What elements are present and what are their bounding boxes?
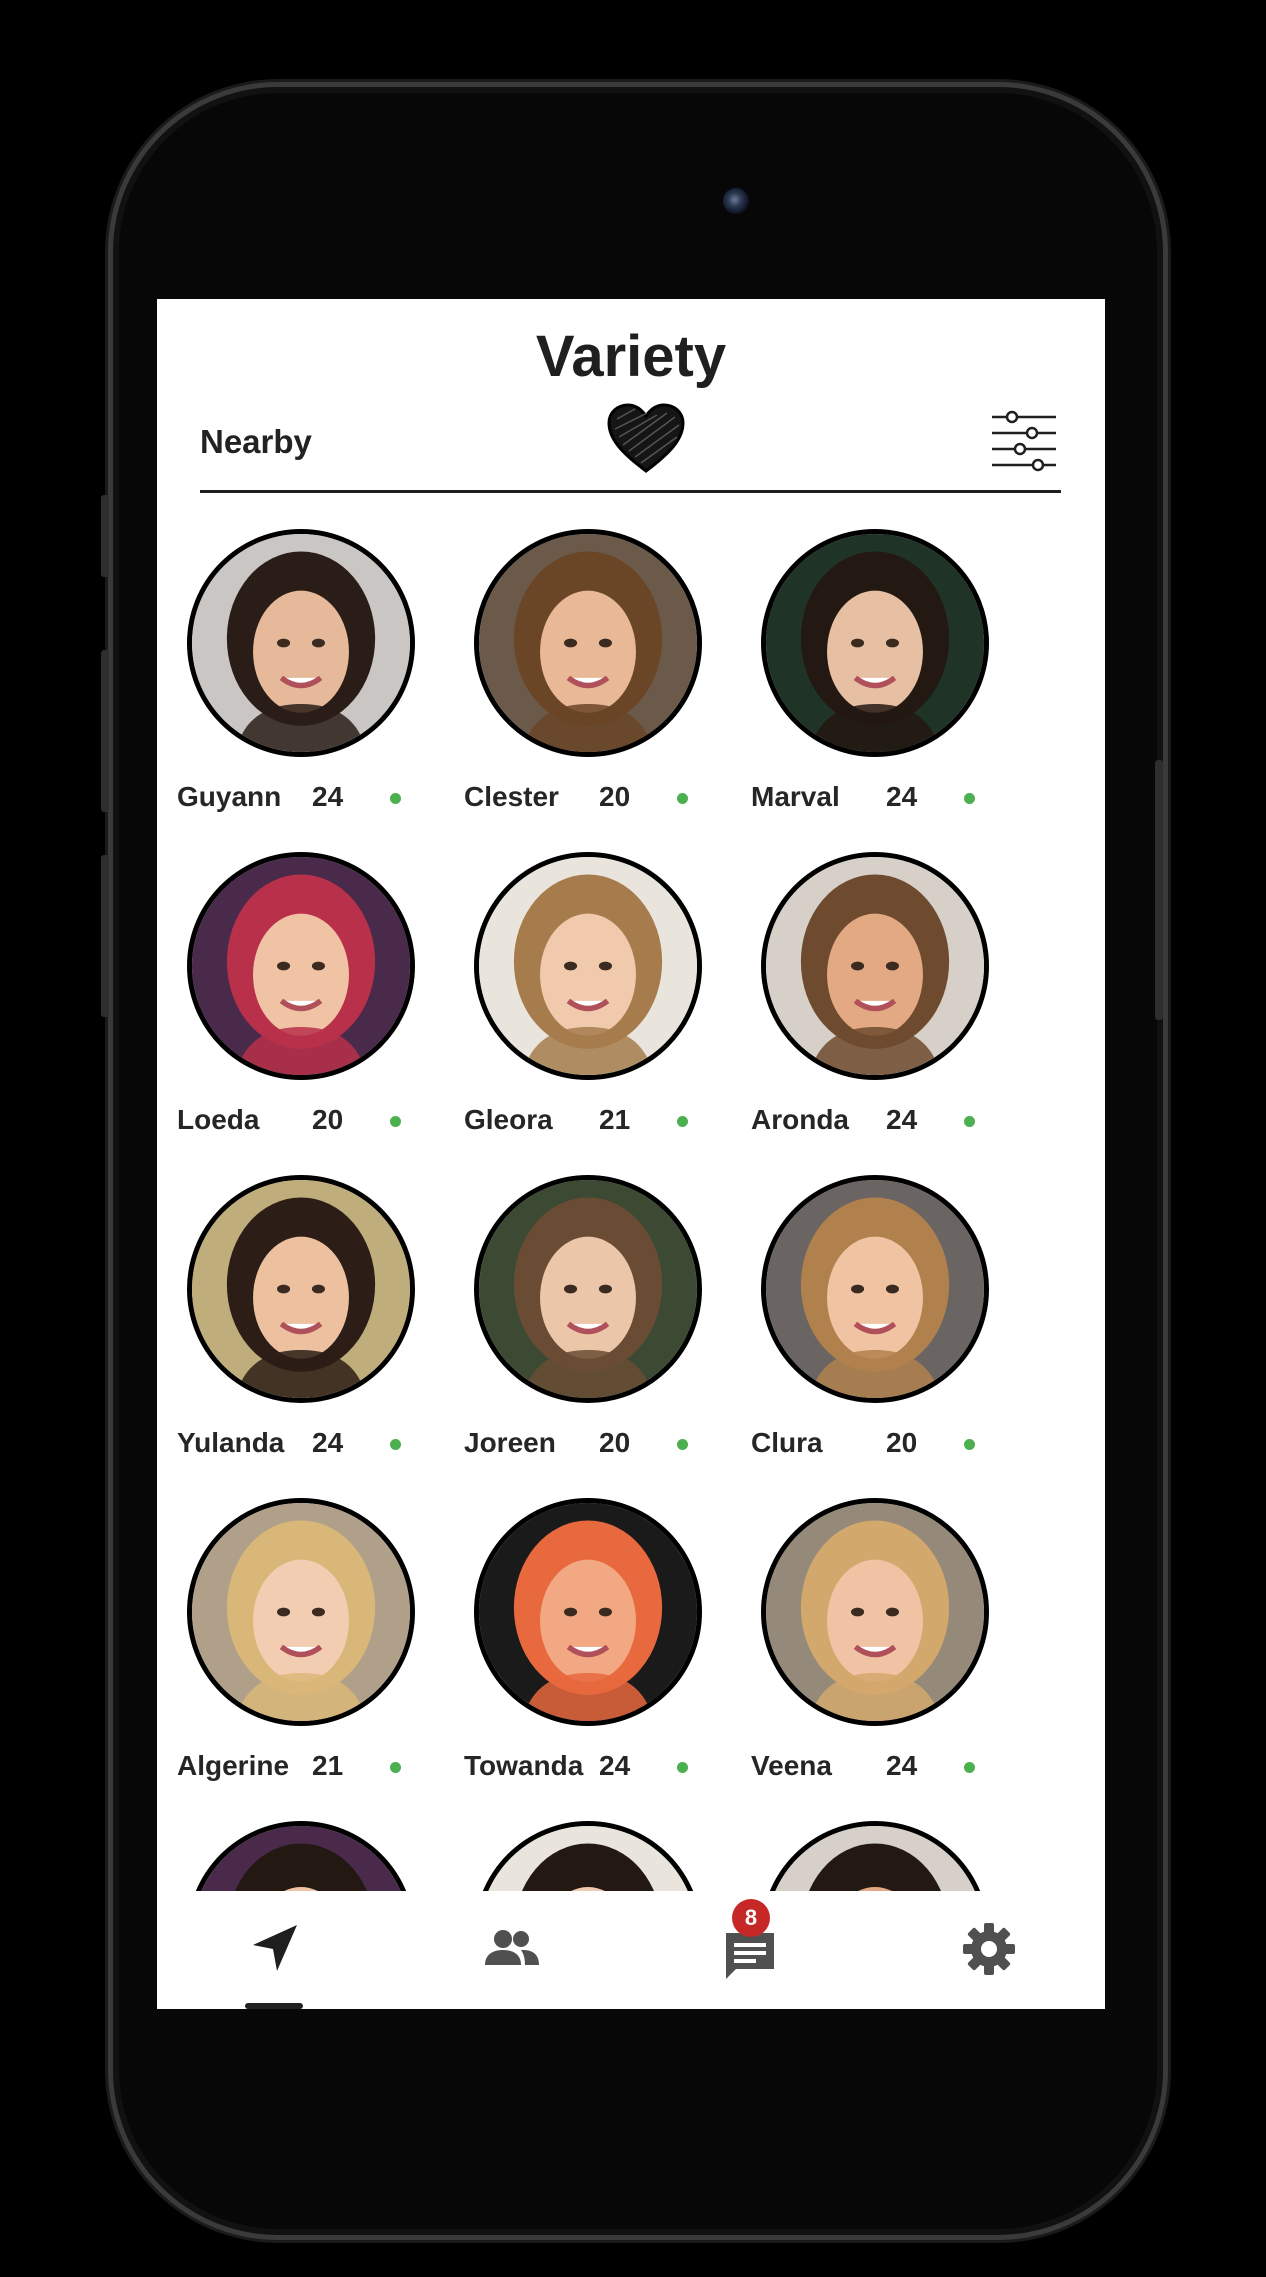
gear-icon[interactable] <box>959 1919 1019 1979</box>
avatar[interactable] <box>761 852 989 1080</box>
profile-name: Aronda <box>751 1104 849 1135</box>
avatar[interactable] <box>474 1175 702 1403</box>
avatar[interactable] <box>187 1498 415 1726</box>
online-status-dot <box>677 1762 688 1773</box>
people-icon[interactable] <box>481 1919 541 1979</box>
profile-card[interactable]: Aronda 24 <box>731 852 1021 1152</box>
profile-card[interactable]: Algerine 21 <box>157 1498 447 1798</box>
profile-age: 24 <box>886 781 918 812</box>
profile-age: 21 <box>599 1104 631 1135</box>
avatar[interactable] <box>474 529 702 757</box>
online-status-dot <box>964 1762 975 1773</box>
profile-name: Guyann <box>177 781 282 812</box>
volume-up-button <box>101 650 109 812</box>
avatar[interactable] <box>187 529 415 757</box>
avatar[interactable] <box>474 852 702 1080</box>
online-status-dot <box>390 1116 401 1127</box>
avatar[interactable] <box>761 1498 989 1726</box>
profile-card[interactable]: Gleora 21 <box>444 852 734 1152</box>
online-status-dot <box>964 793 975 804</box>
profile-age: 21 <box>312 1750 344 1781</box>
online-status-dot <box>964 1439 975 1450</box>
online-status-dot <box>390 793 401 804</box>
profile-card[interactable]: Clura 20 <box>731 1175 1021 1475</box>
profile-name: Gleora <box>464 1104 553 1135</box>
online-status-dot <box>390 1439 401 1450</box>
app-screen: Variety Nearby Guyann 24 Clester 20 Marval 24… <box>157 299 1105 2009</box>
profile-card[interactable]: Joreen 20 <box>444 1175 734 1475</box>
avatar[interactable] <box>761 529 989 757</box>
volume-down-button <box>101 855 109 1017</box>
profile-age: 24 <box>312 1427 344 1458</box>
profile-age: 20 <box>599 781 631 812</box>
navigation-arrow-icon[interactable] <box>245 1919 305 1979</box>
messages-badge: 8 <box>732 1899 770 1937</box>
online-status-dot <box>677 793 688 804</box>
online-status-dot <box>677 1439 688 1450</box>
online-status-dot <box>964 1116 975 1127</box>
profile-name: Towanda <box>464 1750 584 1781</box>
profile-age: 24 <box>886 1104 918 1135</box>
profile-name: Yulanda <box>177 1427 285 1458</box>
active-tab-indicator <box>245 2003 303 2009</box>
profile-name: Marval <box>751 781 840 812</box>
profile-card[interactable]: Loeda 20 <box>157 852 447 1152</box>
profile-name: Algerine <box>177 1750 290 1781</box>
profile-card[interactable]: Yulanda 24 <box>157 1175 447 1475</box>
profile-name: Clura <box>751 1427 823 1458</box>
profile-name: Veena <box>751 1750 832 1781</box>
header-divider <box>200 490 1061 493</box>
avatar[interactable] <box>474 1498 702 1726</box>
online-status-dot <box>390 1762 401 1773</box>
sliders-icon[interactable] <box>990 409 1058 475</box>
heart-icon[interactable] <box>607 403 685 475</box>
avatar[interactable] <box>187 852 415 1080</box>
profile-age: 20 <box>312 1104 344 1135</box>
app-title: Variety <box>535 324 727 389</box>
nearby-label[interactable]: Nearby <box>200 423 312 461</box>
profile-age: 24 <box>312 781 344 812</box>
profile-age: 24 <box>886 1750 918 1781</box>
profile-age: 20 <box>599 1427 631 1458</box>
profile-age: 24 <box>599 1750 631 1781</box>
action-button <box>101 495 109 577</box>
profile-card[interactable]: Marval 24 <box>731 529 1021 829</box>
profile-age: 20 <box>886 1427 918 1458</box>
profile-name: Clester <box>464 781 559 812</box>
profile-card[interactable]: Guyann 24 <box>157 529 447 829</box>
profile-name: Loeda <box>177 1104 260 1135</box>
avatar[interactable] <box>187 1175 415 1403</box>
profile-card[interactable]: Veena 24 <box>731 1498 1021 1798</box>
power-button <box>1155 760 1163 1020</box>
profile-card[interactable]: Clester 20 <box>444 529 734 829</box>
online-status-dot <box>677 1116 688 1127</box>
bottom-navigation: 8 <box>157 1891 1105 2009</box>
avatar[interactable] <box>761 1175 989 1403</box>
front-camera <box>723 188 749 214</box>
profile-name: Joreen <box>464 1427 556 1458</box>
profile-card[interactable]: Towanda 24 <box>444 1498 734 1798</box>
